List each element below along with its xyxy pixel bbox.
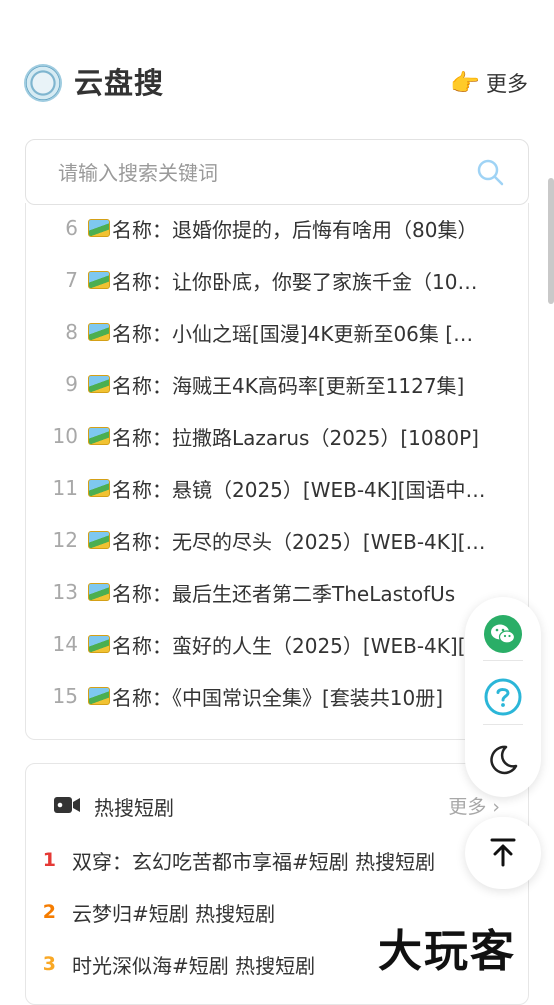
- rank-number: 2: [42, 901, 56, 923]
- list-item[interactable]: 15 名称：《中国常识全集》[套装共10册]: [26, 676, 526, 716]
- hot-item-text: 双穿：玄幻吃苦都市享福#短剧 热搜短剧: [72, 849, 436, 874]
- item-number: 13: [52, 580, 78, 604]
- wechat-icon[interactable]: [484, 615, 522, 653]
- image-icon: [88, 531, 110, 549]
- item-number: 8: [65, 320, 78, 344]
- help-icon[interactable]: [484, 678, 522, 716]
- list-item[interactable]: 9 名称：海贼王4K高码率[更新至1127集]: [26, 364, 526, 404]
- site-title[interactable]: 云盘搜: [74, 60, 164, 102]
- list-item[interactable]: 6 名称：退婚你提的，后悔有啥用（80集）: [26, 208, 526, 248]
- pointing-hand-icon: 👉: [450, 69, 480, 97]
- section-more-link[interactable]: 更多 ›: [448, 792, 500, 819]
- item-number: 10: [52, 424, 78, 448]
- image-icon: [88, 375, 110, 393]
- section-title: 热搜短剧: [94, 796, 174, 820]
- search-icon[interactable]: [476, 158, 504, 186]
- video-camera-icon: [54, 797, 80, 813]
- image-icon: [88, 583, 110, 601]
- item-title: 名称：最后生还者第二季TheLastofUs: [112, 581, 456, 606]
- back-to-top-button[interactable]: [465, 817, 541, 889]
- item-title: 名称：拉撒路Lazarus（2025）[1080P]: [112, 425, 479, 450]
- item-number: 7: [65, 268, 78, 292]
- search-input[interactable]: [56, 156, 440, 190]
- item-title: 名称：退婚你提的，后悔有啥用（80集）: [112, 217, 478, 242]
- item-number: 9: [65, 372, 78, 396]
- more-link[interactable]: 👉 更多: [450, 68, 528, 98]
- item-number: 6: [65, 216, 78, 240]
- resource-list: 6 名称：退婚你提的，后悔有啥用（80集） 7 名称：让你卧底，你娶了家族千金（…: [25, 203, 529, 740]
- image-icon: [88, 479, 110, 497]
- more-link-label: 更多: [486, 72, 528, 96]
- rank-number: 1: [42, 849, 56, 871]
- image-icon: [88, 635, 110, 653]
- list-item[interactable]: 13 名称：最后生还者第二季TheLastofUs: [26, 572, 526, 612]
- item-title: 名称：小仙之瑶[国漫]4K更新至06集 [高码率]: [112, 321, 487, 346]
- floating-tool-panel: [465, 597, 541, 797]
- image-icon: [88, 271, 110, 289]
- hot-item[interactable]: 1 双穿：玄幻吃苦都市享福#短剧 热搜短剧: [26, 840, 526, 880]
- list-item[interactable]: 12 名称：无尽的尽头（2025）[WEB-4K][国语]: [26, 520, 526, 560]
- list-item[interactable]: 8 名称：小仙之瑶[国漫]4K更新至06集 [高码率]: [26, 312, 526, 352]
- item-title: 名称：无尽的尽头（2025）[WEB-4K][国语]: [112, 529, 487, 554]
- image-icon: [88, 687, 110, 705]
- item-title: 名称：悬镜（2025）[WEB-4K][国语中字]: [112, 477, 487, 502]
- site-logo-icon[interactable]: [24, 64, 62, 102]
- image-icon: [88, 323, 110, 341]
- item-number: 15: [52, 684, 78, 708]
- image-icon: [88, 219, 110, 237]
- divider: [483, 724, 523, 725]
- item-title: 名称：让你卧底，你娶了家族千金（100集）: [112, 269, 487, 294]
- item-title: 名称：蛮好的人生（2025）[WEB-4K][国语]: [112, 633, 487, 658]
- arrow-up-icon: [490, 838, 516, 867]
- item-number: 12: [52, 528, 78, 552]
- dark-mode-moon-icon[interactable]: [484, 741, 522, 779]
- divider: [483, 660, 523, 661]
- image-icon: [88, 427, 110, 445]
- watermark: 大玩客: [378, 926, 516, 977]
- item-title: 名称：海贼王4K高码率[更新至1127集]: [112, 373, 465, 398]
- item-number: 14: [52, 632, 78, 656]
- item-number: 11: [52, 476, 78, 500]
- rank-number: 3: [42, 953, 56, 975]
- search-box: [25, 139, 529, 205]
- page-scrollbar[interactable]: [548, 178, 554, 304]
- list-item[interactable]: 7 名称：让你卧底，你娶了家族千金（100集）: [26, 260, 526, 300]
- list-item[interactable]: 10 名称：拉撒路Lazarus（2025）[1080P]: [26, 416, 526, 456]
- list-item[interactable]: 14 名称：蛮好的人生（2025）[WEB-4K][国语]: [26, 624, 526, 664]
- header: 云盘搜 👉 更多: [0, 0, 554, 130]
- item-title: 名称：《中国常识全集》[套装共10册]: [112, 685, 444, 710]
- list-item[interactable]: 11 名称：悬镜（2025）[WEB-4K][国语中字]: [26, 468, 526, 508]
